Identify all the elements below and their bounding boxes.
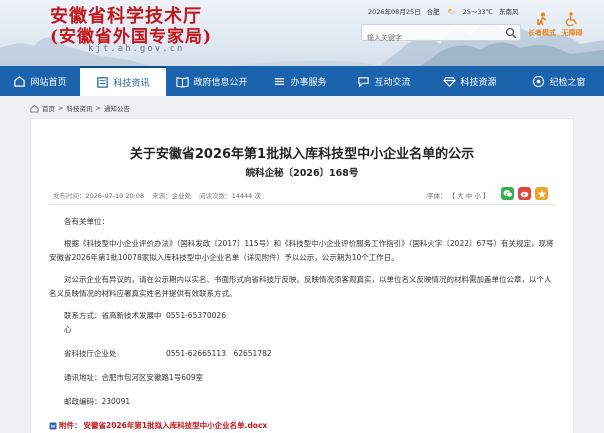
salutation: 各有关单位： [64,217,109,226]
breadcrumb: 首页 > 科技资讯 > 通知公告 [30,103,130,113]
nav-discipline-label: 纪检之窗 [549,77,586,88]
breadcrumb-separator: > [58,104,64,112]
share-bar [501,187,548,200]
nav-resources[interactable]: 科技资源 [426,66,514,96]
elder-mode-button[interactable]: 长者模式 [527,12,557,38]
attachment-link[interactable]: 附件： 安徽省2026年第1批拟入库科技型中小企业名单.docx [49,419,557,433]
nav-news[interactable]: 科技资讯 [80,66,166,96]
nav-services[interactable]: 办事服务 [258,66,342,96]
favorite-icon[interactable] [535,187,548,200]
diamond-icon [443,76,457,87]
nav-news-label: 科技资讯 [113,78,150,89]
nav-interaction-label: 互动交流 [374,77,411,88]
dept-name: 省科技厅企业处 [64,349,117,358]
article-source: 来源：企业处 [152,190,191,200]
breadcrumb-news[interactable]: 科技资讯 [66,103,92,113]
nav-home-label: 网站首页 [30,77,67,88]
font-size-close-bracket: 】 [482,192,490,200]
breadcrumb-notices[interactable]: 通知公告 [104,103,130,113]
views-label: 阅读次数： [199,192,232,200]
nav-interaction[interactable]: 互动交流 [342,66,426,96]
publish-time-label: 发布时间： [53,192,86,200]
accessibility-button[interactable]: 无障碍 [557,12,587,38]
nav-discipline[interactable]: 纪检之窗 [514,66,604,96]
publish-time-value: 2026-07-10 20:08 [85,192,145,200]
book-icon [176,76,190,88]
attachment-filename: 安徽省2026年第1批拟入库科技型中小企业名单.docx [83,421,268,430]
nav-gov-info[interactable]: 政府信息公开 [166,66,258,96]
home-icon [30,104,39,113]
date-weather-bar: 2026年08月25日 合肥 25～33℃ 东南风 [368,6,518,16]
article-doc-number: 皖科企秘〔2026〕168号 [245,168,359,179]
postcode-label: 邮政编码： [64,397,102,406]
wechat-icon[interactable] [501,187,514,200]
postcode-value: 230091 [101,397,131,406]
contact-phone: 0551-65370026 [166,311,226,320]
weibo-icon[interactable] [518,187,531,200]
address-value: 合肥市包河区安徽路1号609室 [101,373,204,382]
article-body: 各有关单位： 根据《科技型中小企业评价办法》（国科发政〔2017〕115号）和《… [49,215,557,433]
accessibility-label: 无障碍 [561,29,583,37]
nav-gov-info-label: 政府信息公开 [193,77,248,88]
search-input[interactable] [362,31,492,46]
wind: 东南风 [498,8,519,16]
home-icon [14,75,26,87]
article-panel: 关于安徽省2026年第1批拟入库科技型中小企业名单的公示 皖科企秘〔2026〕1… [30,118,574,433]
contact-row: 联系方式：省高新技术发展中心 0551-65370026 [49,309,557,337]
article-title: 关于安徽省2026年第1批拟入库科技型中小企业名单的公示 [129,147,475,162]
accessibility-icon [565,12,577,26]
dept-phone: 0551-62665113 62651782 [166,349,272,358]
attachment-label: 附件： [59,421,82,430]
cloud-sun-icon [447,8,457,14]
font-size-large[interactable]: 大 [457,192,464,200]
font-size-medium[interactable]: 中 [466,192,473,200]
view-count: 阅读次数：14444 次 [199,190,261,200]
paragraph-objection: 对公示企业有异议的，请在公示期内以实名、书面形式向省科技厅反映。反映情况须客观真… [49,275,552,298]
font-size-label: 字体： [427,192,447,200]
current-city: 合肥 [426,8,440,16]
postcode-row: 邮政编码： 230091 [49,395,557,409]
news-icon [97,76,109,88]
nav-services-label: 办事服务 [290,77,327,88]
nav-home[interactable]: 网站首页 [0,66,80,96]
source-value: 企业处 [171,192,192,200]
site-header: 安徽省科学技术厅 (安徽省外国专家局) kjt.ah.gov.cn 2026年0… [0,0,604,66]
contact-label: 联系方式： [64,311,102,320]
views-value: 14444 次 [231,192,261,200]
article-meta: 发布时间：2026-07-10 20:08 来源：企业处 阅读次数：14444 … [53,190,261,200]
font-size-switcher: 字体： 【 大 中 小 】 [427,190,489,200]
attachment-icon [49,422,57,430]
eye-icon [533,75,545,87]
site-title-line1: 安徽省科学技术厅 [50,6,202,27]
site-title[interactable]: 安徽省科学技术厅 (安徽省外国专家局) [50,6,212,48]
search-icon[interactable] [505,27,517,39]
current-date: 2026年08月25日 [368,8,421,16]
service-icon [275,77,285,85]
site-url: kjt.ah.gov.cn [88,44,185,54]
breadcrumb-home[interactable]: 首页 [42,103,55,113]
paragraph-basis: 根据《科技型中小企业评价办法》（国科发政〔2017〕115号）和《科技型中小企业… [49,239,554,262]
main-nav: 网站首页 科技资讯 政府信息公开 办事服务 互动交流 科技资源 纪检之窗 [0,66,604,96]
chat-icon [358,76,370,87]
address-row: 通讯地址： 合肥市包河区安徽路1号609室 [49,371,557,385]
nav-resources-label: 科技资源 [460,77,497,88]
search-box [361,24,521,46]
temperature: 25～33℃ [462,8,493,16]
source-label: 来源： [152,192,172,200]
contact-org: 联系方式：省高新技术发展中心 [64,309,166,337]
address-label: 通讯地址： [64,373,102,382]
meta-divider [49,204,555,205]
font-size-open-bracket: 【 [448,192,456,200]
breadcrumb-separator: > [95,104,101,112]
publish-time: 发布时间：2026-07-10 20:08 [53,190,144,200]
elder-mode-label: 长者模式 [528,29,556,37]
elder-mode-icon [537,12,547,26]
font-size-small[interactable]: 小 [474,192,481,200]
dept-row: 省科技厅企业处 0551-62665113 62651782 [49,347,557,361]
